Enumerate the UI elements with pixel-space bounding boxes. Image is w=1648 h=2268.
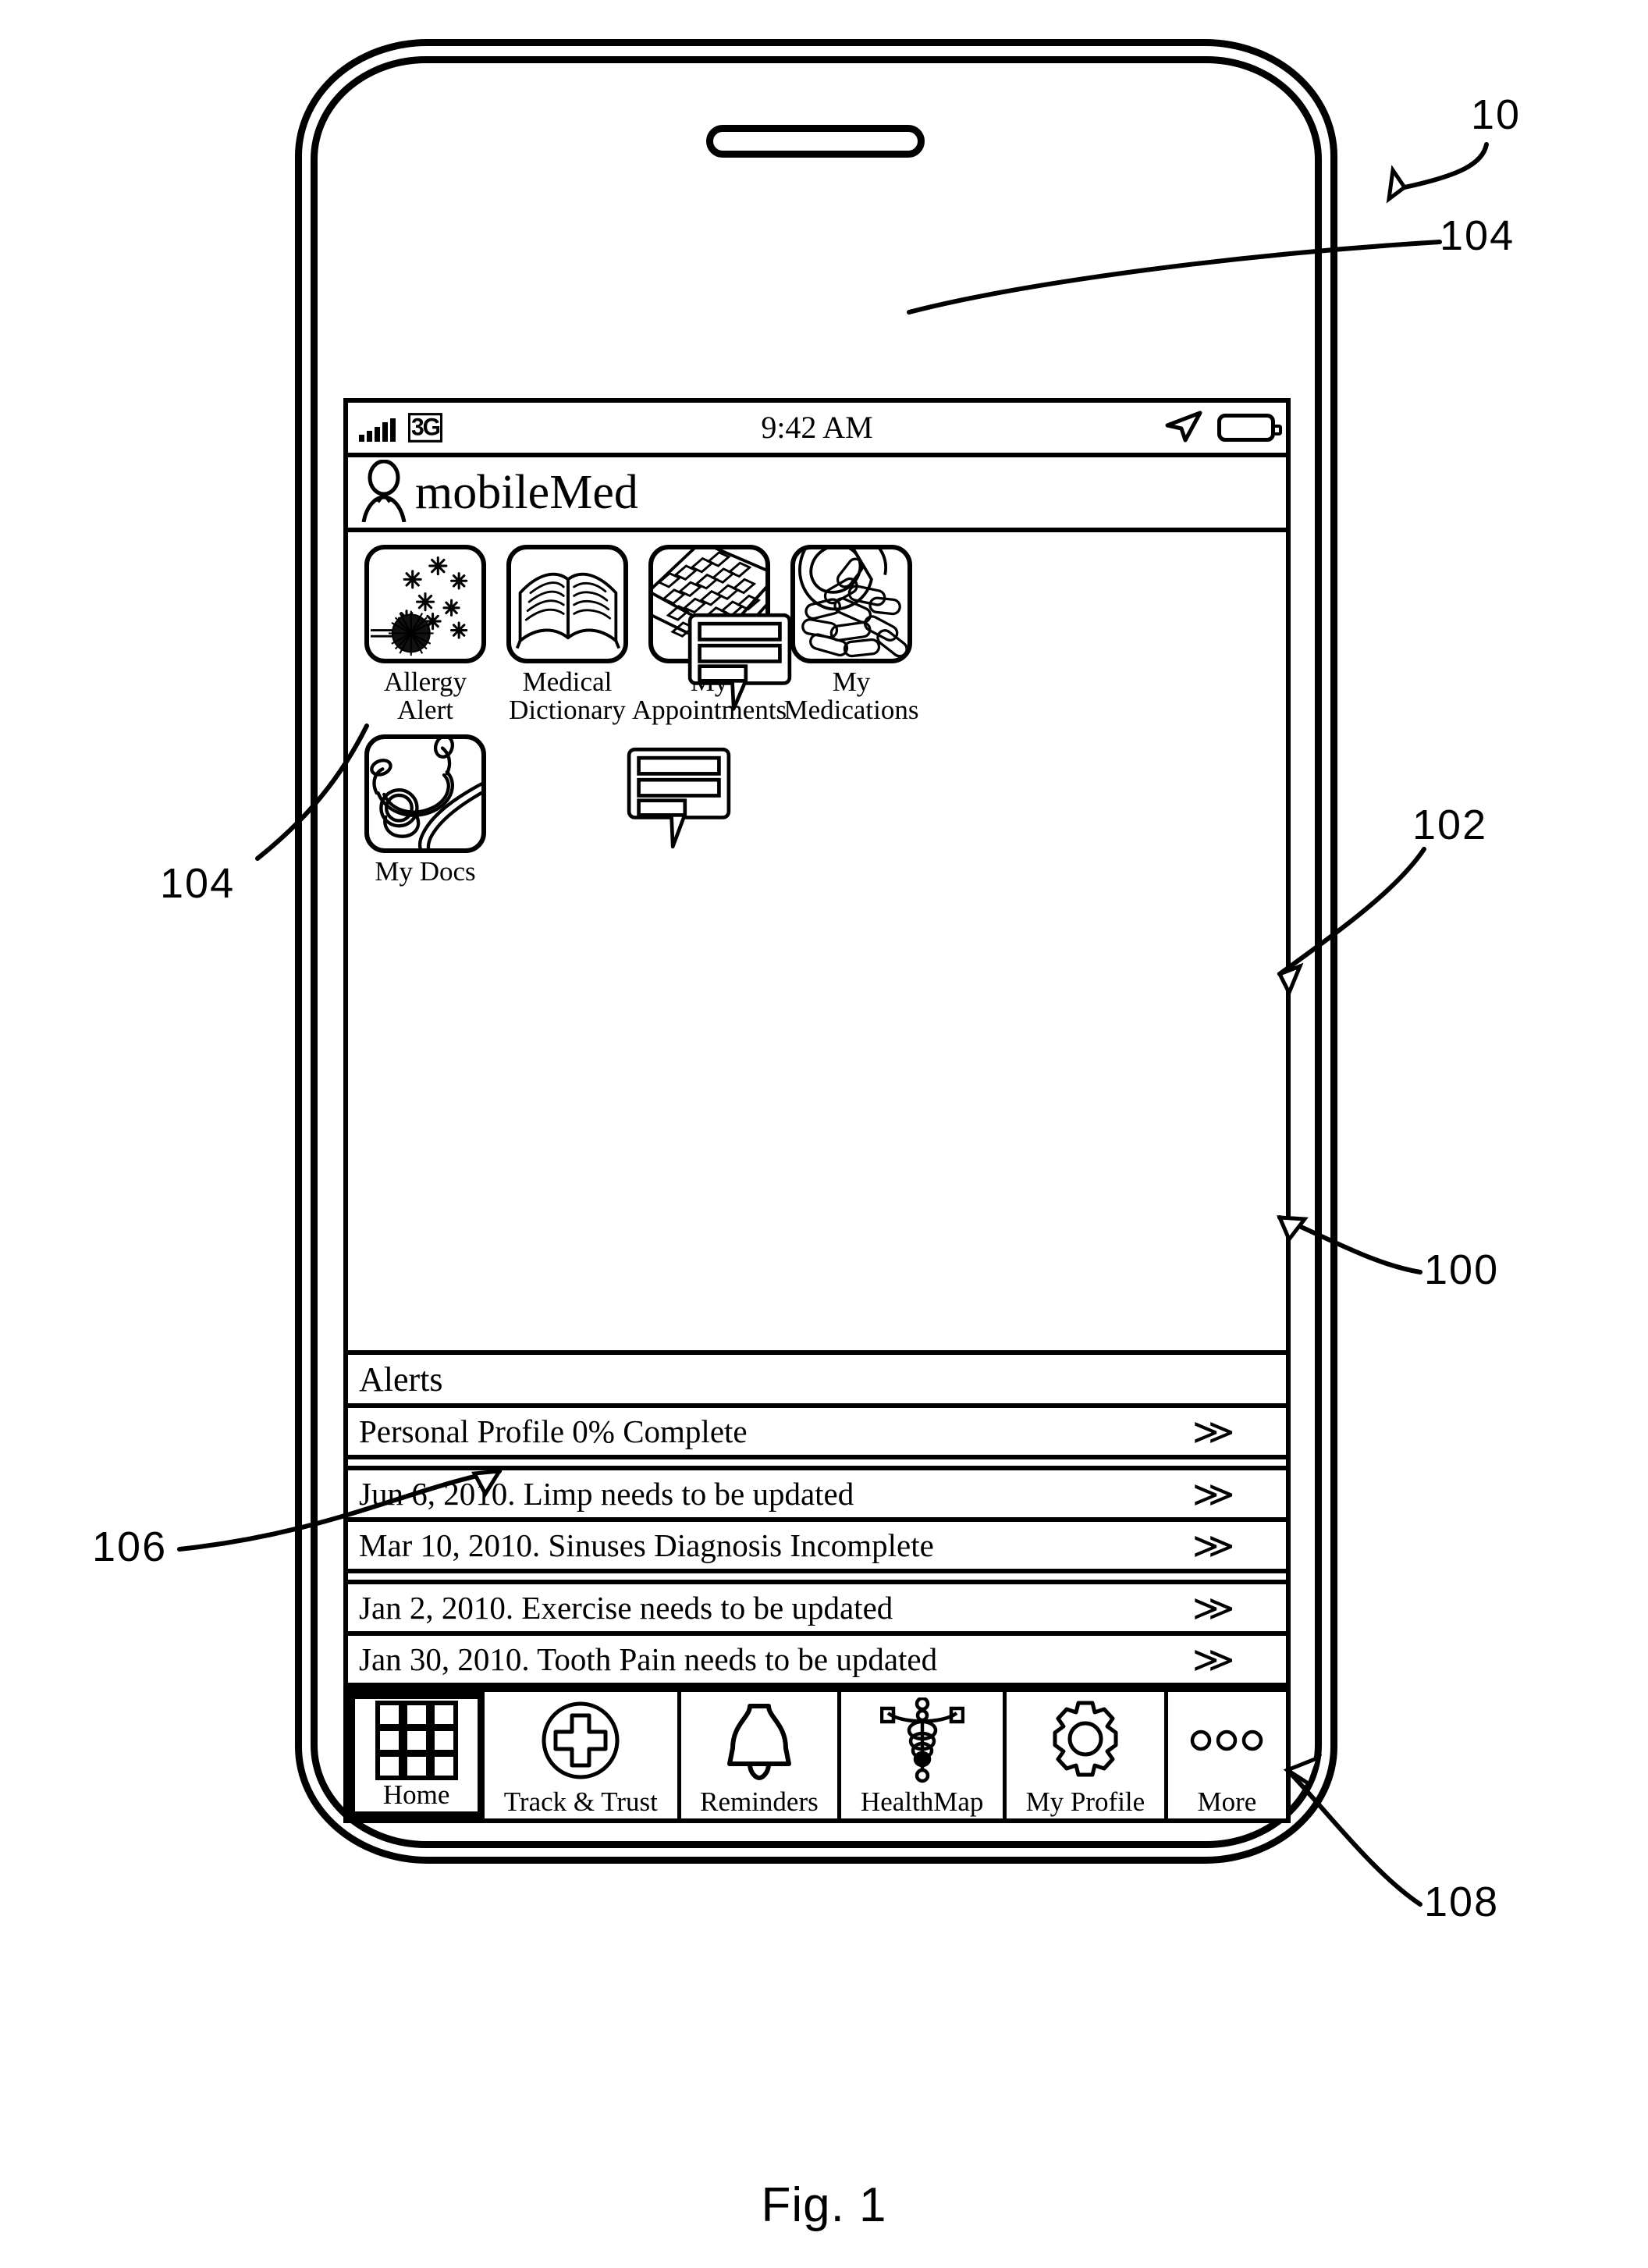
speech-bubble-icon [674, 610, 805, 726]
reference-numeral-106: 106 [92, 1523, 168, 1570]
gear-icon [1007, 1692, 1164, 1788]
reference-numeral-100: 100 [1424, 1246, 1500, 1293]
chevron-right-icon[interactable]: ≫ [1192, 1476, 1234, 1512]
tab-reminders[interactable]: Reminders [680, 1692, 842, 1818]
app-tile-allergy-alert[interactable]: Allergy Alert [362, 545, 488, 723]
app-label: Allergy Alert [383, 667, 467, 725]
stethoscope-icon [370, 739, 481, 849]
open-book-icon [515, 572, 620, 649]
app-icon-grid: Allergy Alert Medical Dictionary Appoint… [348, 532, 1286, 1355]
phone-screen: 3G 9:42 AM mobileMed Allergy Alert Medic… [343, 398, 1291, 1823]
grid-icon [355, 1699, 478, 1781]
alerts-section-header: Alerts [348, 1355, 1286, 1408]
status-bar: 3G 9:42 AM [348, 403, 1286, 457]
alert-text: Jan 2, 2010. Exercise needs to be update… [359, 1589, 893, 1626]
bottom-tab-bar: Home Track & Trust Reminders HealthMap M… [348, 1687, 1286, 1818]
app-row-2: My Docs [362, 734, 1286, 886]
tab-home[interactable]: Home [348, 1692, 485, 1818]
chevron-right-icon[interactable]: ≫ [1192, 1590, 1234, 1626]
alert-text: Jan 30, 2010. Tooth Pain needs to be upd… [359, 1641, 938, 1677]
tab-label: Home [382, 1779, 450, 1810]
earpiece-speaker [706, 125, 925, 158]
battery-icon [1217, 414, 1282, 442]
medical-cross-circle-icon [485, 1692, 677, 1788]
alert-text: Mar 10, 2010. Sinuses Diagnosis Incomple… [359, 1527, 934, 1563]
pill-bottle-icon [798, 549, 907, 658]
reference-numeral-10: 10 [1471, 91, 1522, 138]
alert-row[interactable]: Mar 10, 2010. Sinuses Diagnosis Incomple… [348, 1522, 1286, 1573]
chevron-right-icon[interactable]: ≫ [1192, 1641, 1234, 1677]
person-icon [359, 459, 409, 526]
app-row-1: Allergy Alert Medical Dictionary Appoint… [362, 545, 1286, 723]
reference-numeral-104-top: 104 [1440, 212, 1515, 259]
tab-track-and-trust[interactable]: Track & Trust [485, 1692, 681, 1818]
app-header: mobileMed [348, 457, 1286, 532]
alert-row[interactable]: Personal Profile 0% Complete ≫ [348, 1408, 1286, 1459]
app-tile-my-docs[interactable]: My Docs [362, 734, 488, 886]
tab-more[interactable]: More [1167, 1692, 1286, 1818]
reference-numeral-108: 108 [1424, 1879, 1500, 1925]
app-tile-medical-dictionary[interactable]: Medical Dictionary [504, 545, 630, 723]
pollen-allergen-icon [371, 556, 468, 656]
tab-my-profile[interactable]: My Profile [1006, 1692, 1168, 1818]
caduceus-icon [841, 1692, 1003, 1788]
bell-icon [681, 1692, 838, 1788]
patent-figure: 3G 9:42 AM mobileMed Allergy Alert Medic… [0, 0, 1648, 2268]
app-label: My Docs [375, 856, 476, 887]
alert-row[interactable]: Jan 2, 2010. Exercise needs to be update… [348, 1580, 1286, 1636]
tab-label: More [1197, 1786, 1257, 1817]
alert-row[interactable]: Jun 6, 2010. Limp needs to be updated ≫ [348, 1466, 1286, 1522]
tab-label: My Profile [1025, 1786, 1145, 1817]
status-bar-clock: 9:42 AM [761, 410, 873, 445]
app-tile-my-medications[interactable]: My Medications [783, 545, 919, 723]
app-title: mobileMed [415, 466, 638, 519]
speech-bubble-icon [613, 745, 744, 860]
tab-healthmap[interactable]: HealthMap [841, 1692, 1007, 1818]
app-label: Medical Dictionary [509, 667, 626, 725]
alert-text: Personal Profile 0% Complete [359, 1413, 748, 1449]
tab-label: Track & Trust [503, 1786, 658, 1817]
ellipsis-icon [1168, 1692, 1286, 1788]
chevron-right-icon[interactable]: ≫ [1192, 1527, 1234, 1563]
tab-label: Reminders [700, 1786, 819, 1817]
figure-caption: Fig. 1 [761, 2178, 887, 2232]
reference-numeral-104-left: 104 [160, 860, 236, 907]
tab-label: HealthMap [860, 1786, 984, 1817]
reference-numeral-102: 102 [1412, 802, 1488, 848]
chevron-right-icon[interactable]: ≫ [1192, 1413, 1234, 1449]
alert-text: Jun 6, 2010. Limp needs to be updated [359, 1475, 854, 1512]
alert-row[interactable]: Jan 30, 2010. Tooth Pain needs to be upd… [348, 1636, 1286, 1687]
